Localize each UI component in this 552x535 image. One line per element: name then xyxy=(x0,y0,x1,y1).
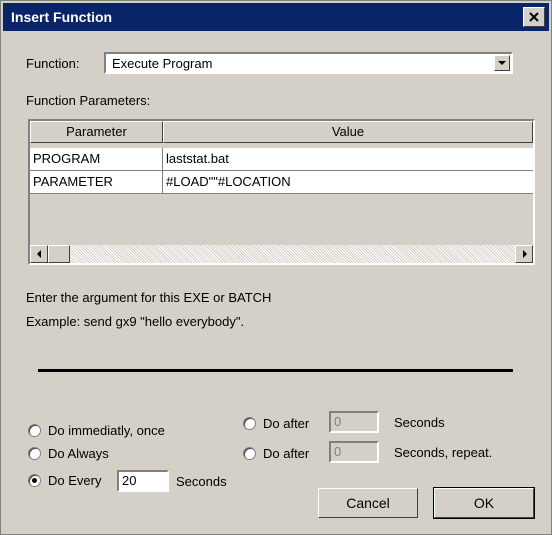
parameter-name-cell[interactable]: PROGRAM xyxy=(30,148,163,170)
do-every-seconds-input[interactable]: 20 xyxy=(117,470,169,492)
radio-button-selected-icon xyxy=(28,474,41,487)
scrollbar-thumb[interactable] xyxy=(48,245,70,263)
radio-do-after-repeat[interactable]: Do after xyxy=(243,446,309,461)
function-label: Function: xyxy=(26,56,80,71)
scroll-right-button[interactable] xyxy=(515,245,533,263)
function-select-value: Execute Program xyxy=(112,56,213,71)
scroll-left-button[interactable] xyxy=(30,245,48,263)
separator-line xyxy=(38,369,513,372)
radio-do-every-label: Do Every xyxy=(48,473,102,488)
radio-do-every[interactable]: Do Every xyxy=(28,473,101,488)
horizontal-scrollbar[interactable] xyxy=(30,245,533,263)
help-text-line-1: Enter the argument for this EXE or BATCH xyxy=(26,290,272,305)
radio-button-icon xyxy=(28,424,41,437)
cancel-button[interactable]: Cancel xyxy=(318,488,418,518)
grid-header: Parameter Value xyxy=(30,121,533,143)
radio-do-immediately-label: Do immediatly, once xyxy=(48,423,165,438)
ok-button[interactable]: OK xyxy=(433,487,535,519)
do-after-repeat-unit: Seconds, repeat. xyxy=(394,445,493,460)
insert-function-dialog: Insert Function Function: Execute Progra… xyxy=(0,0,552,535)
do-after-seconds-unit: Seconds xyxy=(394,415,445,430)
chevron-down-icon xyxy=(498,60,506,65)
title-bar[interactable]: Insert Function xyxy=(3,3,549,31)
window-title: Insert Function xyxy=(11,9,113,25)
function-select-dropdown-button[interactable] xyxy=(494,55,510,71)
radio-button-icon xyxy=(243,417,256,430)
do-every-seconds-label: Seconds xyxy=(176,474,227,489)
radio-do-after-seconds-label: Do after xyxy=(263,416,310,431)
parameters-grid[interactable]: Parameter Value PROGRAM laststat.bat PAR… xyxy=(28,119,535,265)
parameter-value-cell[interactable]: laststat.bat xyxy=(163,148,533,170)
radio-do-after-seconds[interactable]: Do after xyxy=(243,416,309,431)
help-text-line-2: Example: send gx9 "hello everybody". xyxy=(26,314,245,329)
function-parameters-label: Function Parameters: xyxy=(26,93,151,108)
radio-do-always[interactable]: Do Always xyxy=(28,446,109,461)
column-header-parameter[interactable]: Parameter xyxy=(30,121,163,143)
table-row[interactable]: PARAMETER #LOAD""#LOCATION xyxy=(30,171,533,194)
radio-button-icon xyxy=(243,447,256,460)
arrow-right-icon xyxy=(522,250,527,258)
radio-do-after-repeat-label: Do after xyxy=(263,446,310,461)
function-select[interactable]: Execute Program xyxy=(104,52,513,74)
column-header-value[interactable]: Value xyxy=(163,121,533,143)
close-button[interactable] xyxy=(523,7,545,27)
radio-button-icon xyxy=(28,447,41,460)
parameter-value-cell[interactable]: #LOAD""#LOCATION xyxy=(163,171,533,193)
parameter-name-cell[interactable]: PARAMETER xyxy=(30,171,163,193)
do-after-repeat-seconds-input[interactable]: 0 xyxy=(329,441,379,463)
do-after-seconds-input[interactable]: 0 xyxy=(329,411,379,433)
radio-do-immediately[interactable]: Do immediatly, once xyxy=(28,423,165,438)
close-icon xyxy=(529,12,539,22)
radio-do-always-label: Do Always xyxy=(48,446,109,461)
table-row[interactable]: PROGRAM laststat.bat xyxy=(30,148,533,171)
arrow-left-icon xyxy=(36,250,41,258)
